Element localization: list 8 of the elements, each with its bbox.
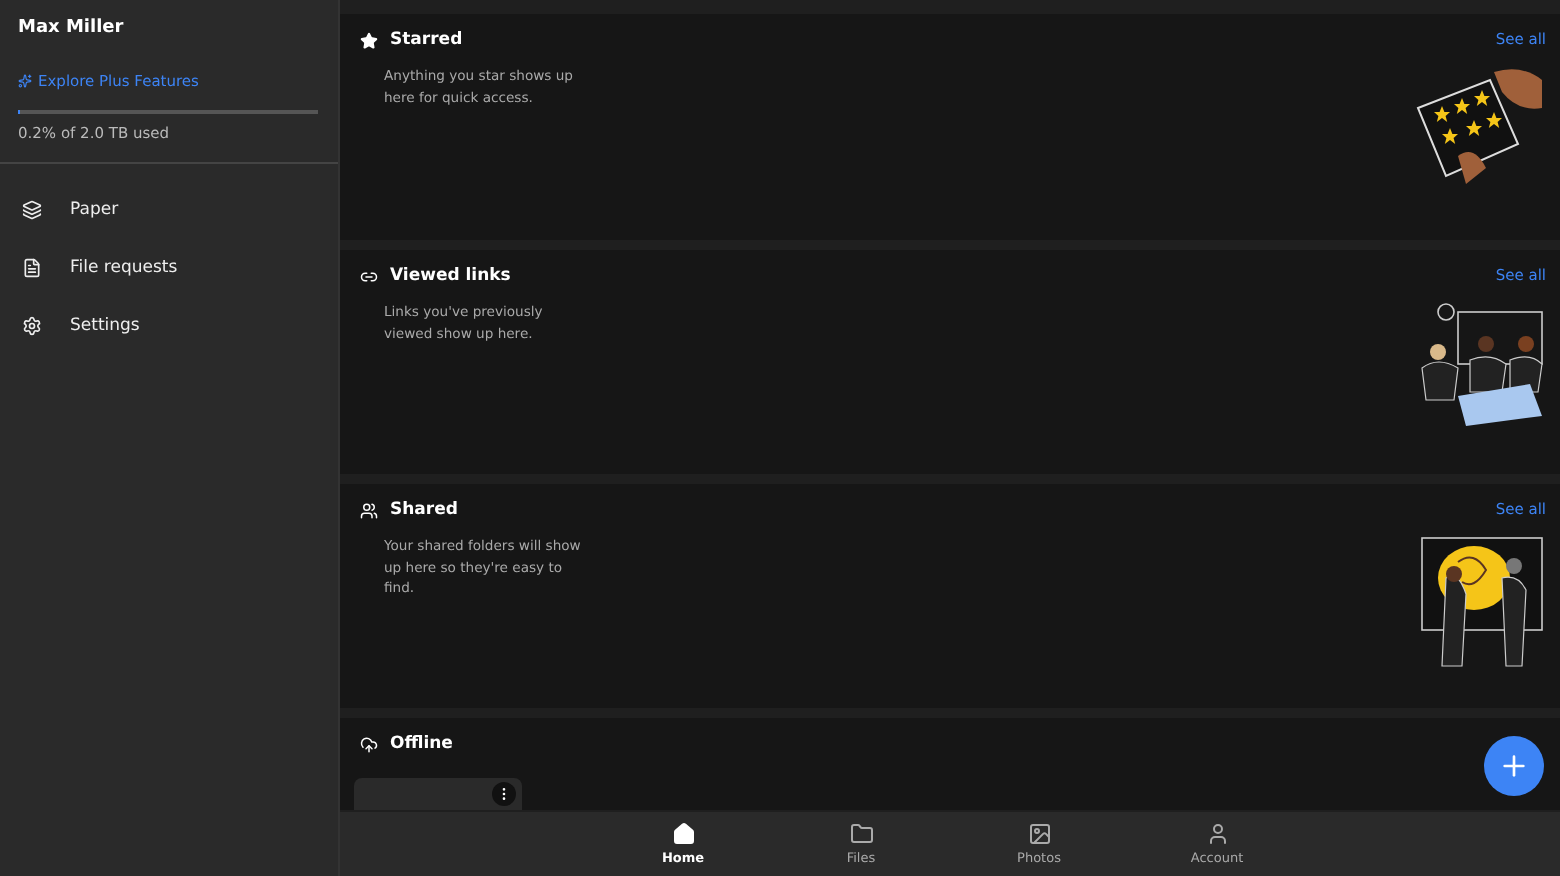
section-title: Shared: [390, 500, 458, 520]
sidebar-item[interactable]: Settings: [0, 296, 338, 354]
user-name: Max Miller: [18, 18, 126, 38]
sidebar-item[interactable]: File requests: [0, 238, 338, 296]
section-title: Viewed links: [390, 266, 511, 286]
sidebar-item[interactable]: Paper: [0, 180, 338, 238]
section-title: Starred: [390, 30, 463, 50]
section-title: Offline: [390, 734, 453, 754]
